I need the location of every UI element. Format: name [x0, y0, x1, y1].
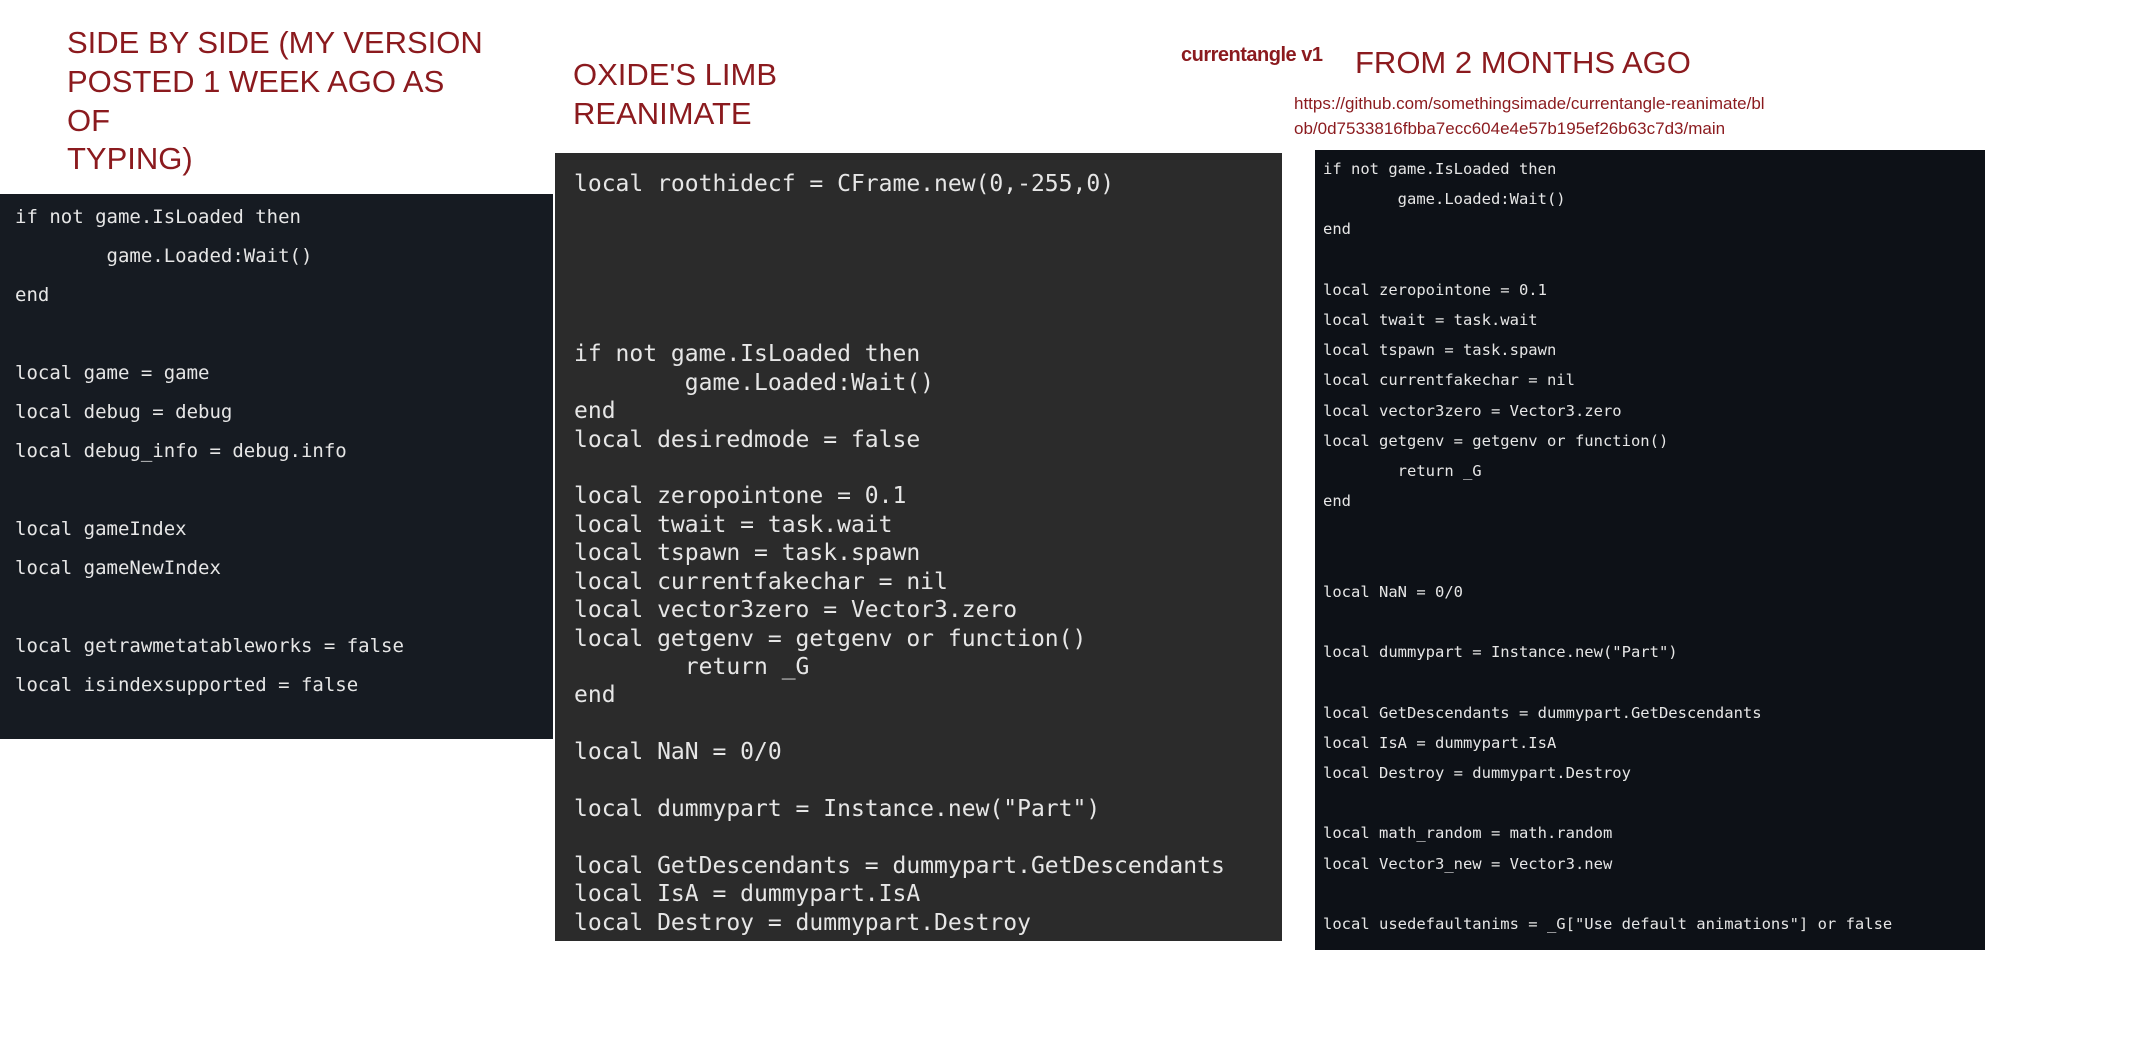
heading-from-2-months-ago: FROM 2 MONTHS AGO: [1355, 45, 1691, 80]
code-text: if not game.IsLoaded then game.Loaded:Wa…: [1323, 160, 1893, 934]
code-text: local roothidecf = CFrame.new(0,-255,0) …: [574, 171, 1225, 936]
code-text: if not game.IsLoaded then game.Loaded:Wa…: [15, 206, 404, 696]
code-panel-oxide: local roothidecf = CFrame.new(0,-255,0) …: [555, 153, 1282, 941]
heading-oxide-limb-reanimate: OXIDE'S LIMB REANIMATE: [573, 57, 778, 131]
heading-currentangle-v1: currentangle v1: [1181, 44, 1323, 66]
code-panel-my-version: if not game.IsLoaded then game.Loaded:Wa…: [0, 194, 553, 739]
github-url: https://github.com/somethingsimade/curre…: [1294, 94, 1765, 138]
heading-my-version: SIDE BY SIDE (MY VERSION POSTED 1 WEEK A…: [67, 25, 483, 177]
code-panel-currentangle: if not game.IsLoaded then game.Loaded:Wa…: [1315, 150, 1985, 950]
